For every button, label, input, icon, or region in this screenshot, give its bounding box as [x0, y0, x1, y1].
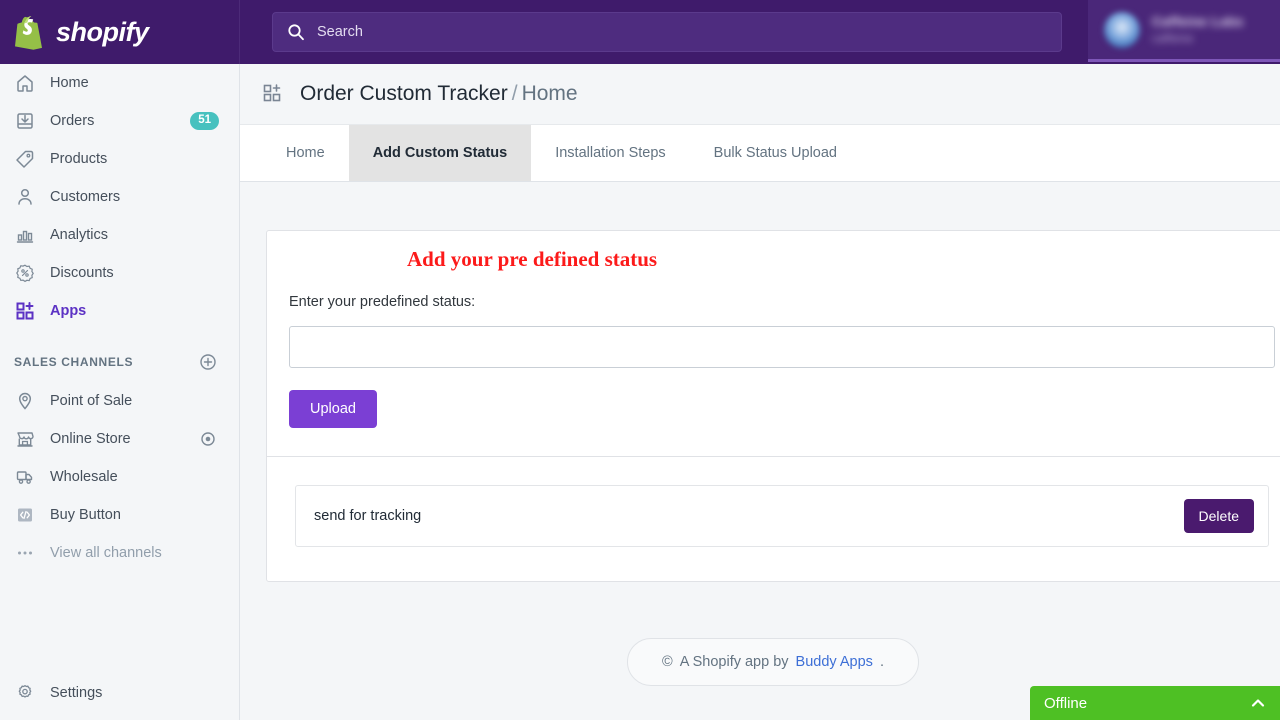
account-text: Caffeine Labs caffeine: [1152, 14, 1244, 45]
sidebar-item-home[interactable]: Home: [0, 64, 239, 102]
sidebar-item-label: Online Store: [50, 431, 131, 447]
sidebar-item-label: View all channels: [50, 545, 162, 561]
shopify-bag-icon: [14, 13, 48, 51]
sidebar-item-label: Discounts: [50, 265, 114, 281]
analytics-bar-chart-icon: [14, 224, 36, 246]
chat-status-label: Offline: [1044, 694, 1088, 712]
apps-grid-plus-icon: [262, 83, 284, 105]
content-area: Add your pre defined status Enter your p…: [240, 182, 1280, 686]
page-title-app: Order Custom Tracker: [300, 82, 508, 105]
status-list: send for tracking Delete: [267, 457, 1280, 581]
chat-widget[interactable]: Offline: [1030, 686, 1280, 720]
sidebar-item-label: Customers: [50, 189, 121, 205]
sales-channels-header: SALES CHANNELS: [0, 342, 239, 382]
orders-count-badge: 51: [190, 112, 219, 130]
account-menu[interactable]: Caffeine Labs caffeine: [1088, 0, 1280, 62]
code-brackets-icon: [14, 504, 36, 526]
footer-text: A Shopify app by: [679, 654, 789, 670]
account-subtitle: caffeine: [1152, 33, 1194, 45]
avatar: [1104, 11, 1140, 48]
storefront-icon: [14, 428, 36, 450]
tab-bulk-status-upload[interactable]: Bulk Status Upload: [690, 125, 861, 181]
tab-home[interactable]: Home: [262, 125, 349, 181]
predefined-status-input[interactable]: [289, 326, 1275, 368]
account-name: Caffeine Labs: [1152, 14, 1244, 29]
breadcrumb: Order Custom Tracker / Home: [240, 64, 1280, 124]
delete-button[interactable]: Delete: [1183, 499, 1254, 533]
plus-circle-icon[interactable]: [199, 353, 217, 371]
tab-bar: Home Add Custom Status Installation Step…: [240, 124, 1280, 182]
sidebar-item-settings[interactable]: Settings: [0, 674, 240, 712]
sidebar-item-customers[interactable]: Customers: [0, 178, 239, 216]
shopify-logo[interactable]: shopify: [0, 0, 240, 64]
sidebar-item-buy-button[interactable]: Buy Button: [0, 496, 239, 534]
sales-channels-title: SALES CHANNELS: [14, 355, 134, 369]
sidebar-item-label: Home: [50, 75, 89, 91]
copyright-symbol: ©: [662, 654, 673, 670]
list-item: send for tracking Delete: [295, 485, 1269, 547]
tab-label: Bulk Status Upload: [713, 145, 837, 161]
tab-add-custom-status[interactable]: Add Custom Status: [348, 125, 532, 181]
footer-period: .: [879, 654, 884, 670]
ellipsis-icon: [14, 542, 36, 564]
search-placeholder: Search: [317, 24, 363, 40]
search-icon: [287, 23, 305, 41]
sidebar-item-label: Settings: [50, 685, 103, 701]
sidebar-item-view-all-channels[interactable]: View all channels: [0, 534, 239, 572]
tab-label: Installation Steps: [555, 145, 666, 161]
location-pin-icon: [14, 390, 36, 412]
status-name: send for tracking: [314, 508, 422, 524]
customers-person-icon: [14, 186, 36, 208]
sidebar-item-apps[interactable]: Apps: [0, 292, 239, 330]
sidebar: Home Orders 51 Products Customers Analyt…: [0, 64, 240, 720]
tab-label: Add Custom Status: [372, 145, 508, 161]
search-input[interactable]: Search: [272, 12, 1062, 52]
home-icon: [14, 72, 36, 94]
sidebar-item-orders[interactable]: Orders 51: [0, 102, 239, 140]
sidebar-item-products[interactable]: Products: [0, 140, 239, 178]
breadcrumb-current: Home: [521, 82, 578, 105]
sidebar-item-point-of-sale[interactable]: Point of Sale: [0, 382, 239, 420]
eye-icon[interactable]: [199, 430, 217, 448]
discounts-percent-icon: [14, 262, 36, 284]
main-content: Order Custom Tracker / Home Home Add Custo…: [240, 64, 1280, 720]
sidebar-item-label: Apps: [50, 303, 87, 319]
footer: © A Shopify app by Buddy Apps.: [266, 638, 1280, 686]
sidebar-item-wholesale[interactable]: Wholesale: [0, 458, 239, 496]
shopify-admin-app: shopify Search Caffeine Labs caffeine Ho…: [0, 0, 1280, 720]
sidebar-item-label: Products: [50, 151, 108, 167]
sidebar-item-label: Buy Button: [50, 507, 121, 523]
sidebar-item-label: Analytics: [50, 227, 109, 243]
truck-icon: [14, 466, 36, 488]
tab-label: Home: [286, 145, 325, 161]
shopify-wordmark: shopify: [56, 16, 149, 47]
apps-grid-plus-icon: [14, 300, 36, 322]
sidebar-item-label: Wholesale: [50, 469, 118, 485]
sidebar-item-discounts[interactable]: Discounts: [0, 254, 239, 292]
top-bar: shopify Search Caffeine Labs caffeine: [0, 0, 1280, 64]
sidebar-item-label: Orders: [50, 113, 95, 129]
page-title: Order Custom Tracker / Home: [300, 82, 578, 106]
breadcrumb-separator: /: [511, 82, 518, 105]
sidebar-item-online-store[interactable]: Online Store: [0, 420, 239, 458]
upload-button[interactable]: Upload: [289, 390, 377, 428]
footer-pill: © A Shopify app by Buddy Apps.: [627, 638, 919, 686]
sidebar-item-analytics[interactable]: Analytics: [0, 216, 239, 254]
form-heading: Add your pre defined status: [407, 247, 658, 271]
buddy-apps-link[interactable]: Buddy Apps: [796, 654, 873, 670]
custom-status-card: Add your pre defined status Enter your p…: [266, 230, 1280, 582]
status-field-label: Enter your predefined status:: [289, 294, 476, 310]
chevron-up-icon[interactable]: [1250, 695, 1266, 711]
sidebar-item-label: Point of Sale: [50, 393, 133, 409]
orders-inbox-icon: [14, 110, 36, 132]
tab-installation-steps[interactable]: Installation Steps: [531, 125, 689, 181]
status-form: Add your pre defined status Enter your p…: [267, 231, 1280, 456]
gear-icon: [14, 682, 36, 704]
products-tag-icon: [14, 148, 36, 170]
